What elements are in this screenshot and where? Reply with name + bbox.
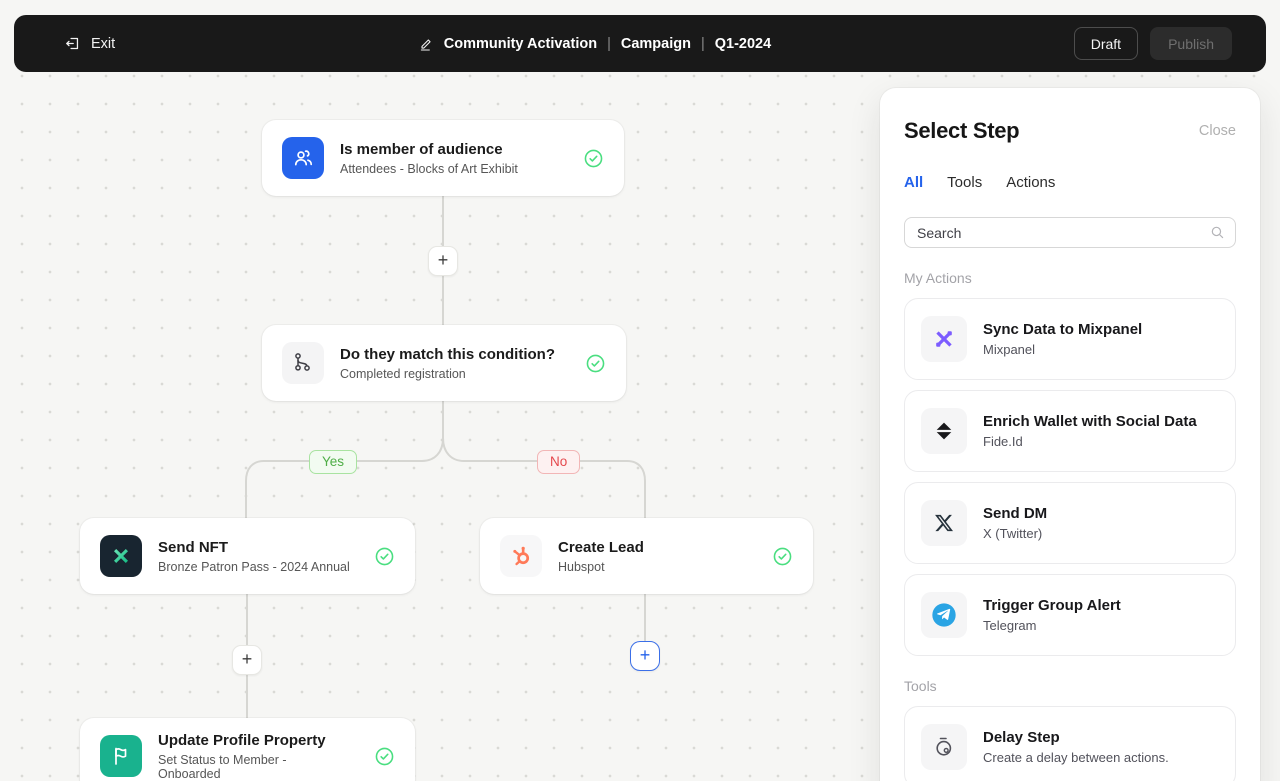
branch-icon [282, 342, 324, 384]
exit-button[interactable]: Exit [64, 35, 115, 52]
node-title: Send NFT [158, 539, 352, 556]
node-title: Update Profile Property [158, 732, 352, 749]
breadcrumb-separator: | [607, 36, 611, 52]
node-subtitle: Attendees - Blocks of Art Exhibit [340, 162, 561, 176]
node-condition[interactable]: Do they match this condition? Completed … [262, 325, 626, 401]
select-step-panel: Select Step Close All Tools Actions My A… [880, 88, 1260, 781]
add-step-button-right-selected[interactable]: + [630, 641, 660, 671]
telegram-icon [921, 592, 967, 638]
users-icon [282, 137, 324, 179]
check-complete-icon [374, 546, 395, 567]
step-title: Delay Step [983, 729, 1169, 746]
check-complete-icon [583, 148, 604, 169]
close-button[interactable]: Close [1199, 123, 1236, 139]
step-title: Trigger Group Alert [983, 597, 1121, 614]
x-twitter-icon [921, 500, 967, 546]
delay-timer-icon [921, 724, 967, 770]
search-icon [1209, 224, 1226, 241]
top-bar: Exit Community Activation | Campaign | Q… [14, 15, 1266, 72]
section-label-tools: Tools [904, 678, 1236, 694]
search-input[interactable] [904, 217, 1236, 248]
draft-button[interactable]: Draft [1074, 27, 1138, 60]
campaign-tag: Q1-2024 [715, 36, 771, 52]
node-audience-entry[interactable]: Is member of audience Attendees - Blocks… [262, 120, 624, 196]
check-complete-icon [585, 353, 606, 374]
node-subtitle: Bronze Patron Pass - 2024 Annual [158, 560, 352, 574]
step-item-x-twitter[interactable]: Send DM X (Twitter) [904, 482, 1236, 564]
publish-button-disabled[interactable]: Publish [1150, 27, 1232, 60]
node-title: Is member of audience [340, 141, 561, 158]
workflow-builder: Yes No + + + Is member of audience Atten… [0, 0, 1280, 781]
check-complete-icon [772, 546, 793, 567]
branch-label-no: No [537, 450, 580, 474]
step-item-mixpanel[interactable]: Sync Data to Mixpanel Mixpanel [904, 298, 1236, 380]
step-title: Enrich Wallet with Social Data [983, 413, 1197, 430]
node-subtitle: Completed registration [340, 367, 563, 381]
panel-title: Select Step [904, 118, 1019, 144]
panel-tabs: All Tools Actions [904, 174, 1236, 191]
exit-icon [64, 35, 81, 52]
fide-diamond-icon [921, 408, 967, 454]
node-update-profile[interactable]: Update Profile Property Set Status to Me… [80, 718, 415, 781]
step-subtitle: Fide.Id [983, 434, 1197, 449]
node-subtitle: Set Status to Member - Onboarded [158, 753, 352, 781]
section-label-my-actions: My Actions [904, 270, 1236, 286]
nft-x-icon [100, 535, 142, 577]
step-title: Send DM [983, 505, 1047, 522]
mixpanel-icon [921, 316, 967, 362]
node-title: Do they match this condition? [340, 346, 563, 363]
add-step-button-top[interactable]: + [428, 246, 458, 276]
check-complete-icon [374, 746, 395, 767]
node-subtitle: Hubspot [558, 560, 750, 574]
campaign-type: Campaign [621, 36, 691, 52]
step-title: Sync Data to Mixpanel [983, 321, 1142, 338]
tab-tools[interactable]: Tools [947, 174, 982, 191]
step-subtitle: Create a delay between actions. [983, 750, 1169, 765]
node-create-lead[interactable]: Create Lead Hubspot [480, 518, 813, 594]
edit-pencil-icon [418, 36, 434, 52]
node-title: Create Lead [558, 539, 750, 556]
tab-actions[interactable]: Actions [1006, 174, 1055, 191]
step-item-telegram[interactable]: Trigger Group Alert Telegram [904, 574, 1236, 656]
step-item-delay[interactable]: Delay Step Create a delay between action… [904, 706, 1236, 781]
flag-icon [100, 735, 142, 777]
hubspot-icon [500, 535, 542, 577]
node-send-nft[interactable]: Send NFT Bronze Patron Pass - 2024 Annua… [80, 518, 415, 594]
step-subtitle: Telegram [983, 618, 1121, 633]
step-subtitle: X (Twitter) [983, 526, 1047, 541]
campaign-name: Community Activation [444, 36, 597, 52]
add-step-button-left[interactable]: + [232, 645, 262, 675]
campaign-breadcrumb: Community Activation | Campaign | Q1-202… [115, 36, 1074, 52]
exit-label: Exit [91, 36, 115, 52]
step-item-fide[interactable]: Enrich Wallet with Social Data Fide.Id [904, 390, 1236, 472]
breadcrumb-separator: | [701, 36, 705, 52]
branch-label-yes: Yes [309, 450, 357, 474]
tab-all[interactable]: All [904, 174, 923, 191]
step-subtitle: Mixpanel [983, 342, 1142, 357]
top-bar-actions: Draft Publish [1074, 27, 1232, 60]
